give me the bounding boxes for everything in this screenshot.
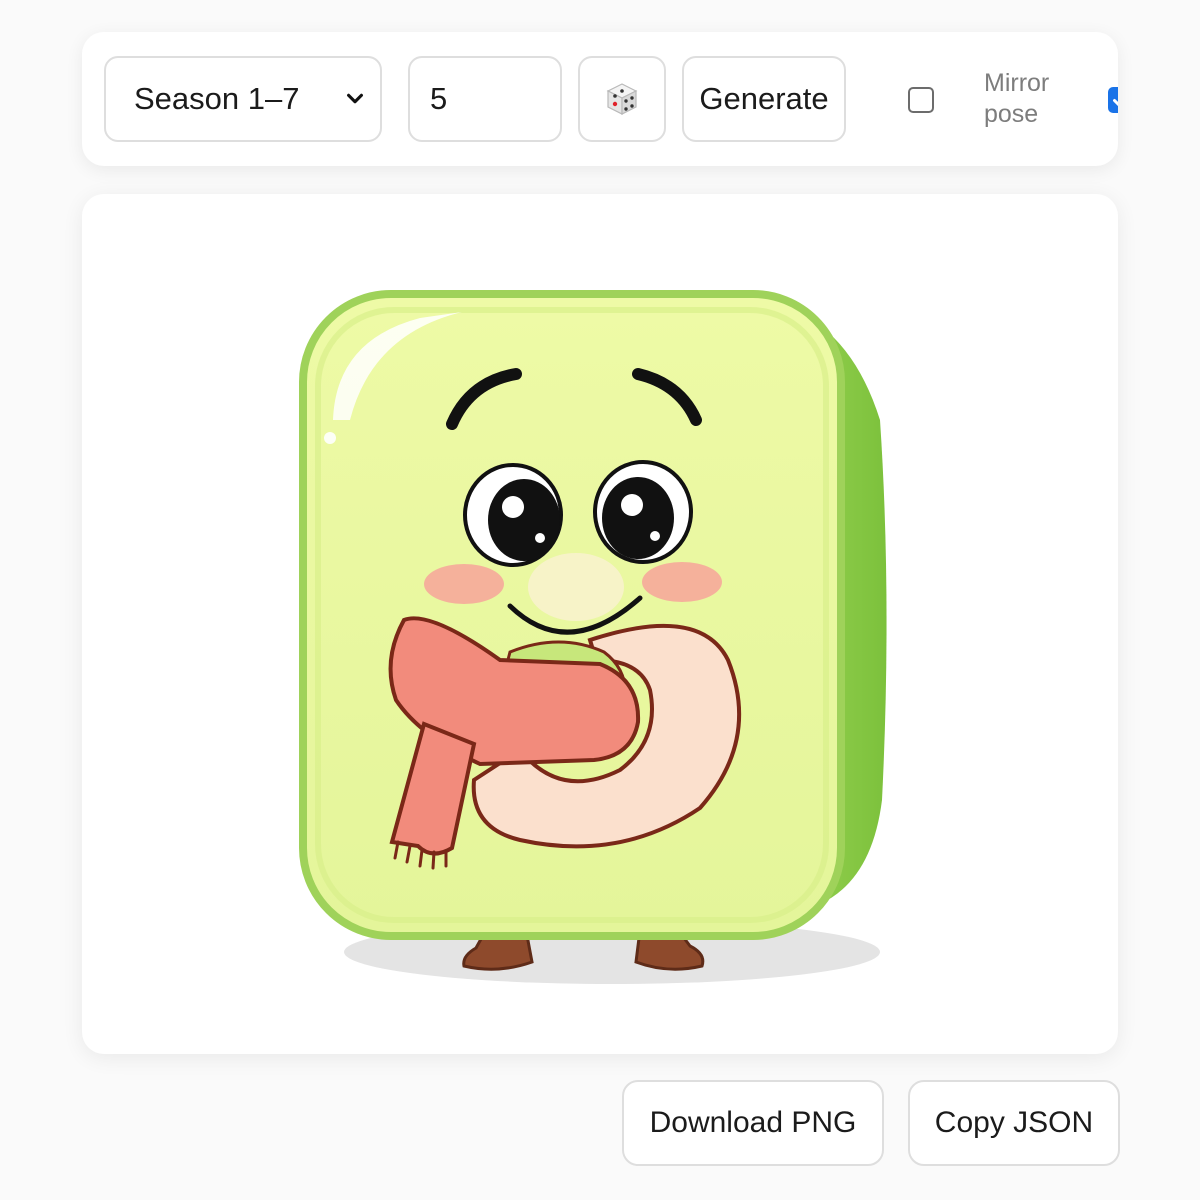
mascot-illustration (299, 290, 887, 984)
checkmark-icon (1113, 99, 1118, 107)
download-png-button[interactable]: Download PNG (622, 1080, 884, 1166)
generate-button-label: Generate (699, 81, 829, 116)
mirror-pose-label-line2: pose (984, 100, 1039, 128)
count-input-value: 5 (430, 81, 448, 116)
season-select[interactable]: Season 1–7 (104, 56, 382, 142)
generator-toolbar: Season 1–7 5 Generate Mirror pose (82, 32, 1118, 166)
right-blush (642, 562, 722, 602)
dice-icon (606, 83, 638, 115)
mirror-pose-label-line1: Mirror (984, 69, 1050, 97)
randomize-button[interactable] (578, 56, 666, 142)
copy-json-button[interactable]: Copy JSON (908, 1080, 1120, 1166)
second-option-checkbox[interactable] (1108, 87, 1118, 113)
left-blush (424, 564, 504, 604)
copy-json-label: Copy JSON (934, 1106, 1094, 1139)
season-select-value: Season 1–7 (134, 81, 300, 116)
mirror-pose-label: Mirror pose (984, 68, 1084, 130)
download-png-label: Download PNG (649, 1106, 857, 1139)
left-pupil (488, 479, 560, 561)
canvas-card (82, 194, 1118, 1054)
generate-button[interactable]: Generate (682, 56, 846, 142)
right-pupil (602, 477, 674, 559)
mirror-pose-checkbox[interactable] (908, 87, 934, 113)
nose (528, 553, 624, 621)
chevron-down-icon (347, 93, 363, 104)
generated-image (204, 274, 996, 1018)
count-input[interactable]: 5 (408, 56, 562, 142)
